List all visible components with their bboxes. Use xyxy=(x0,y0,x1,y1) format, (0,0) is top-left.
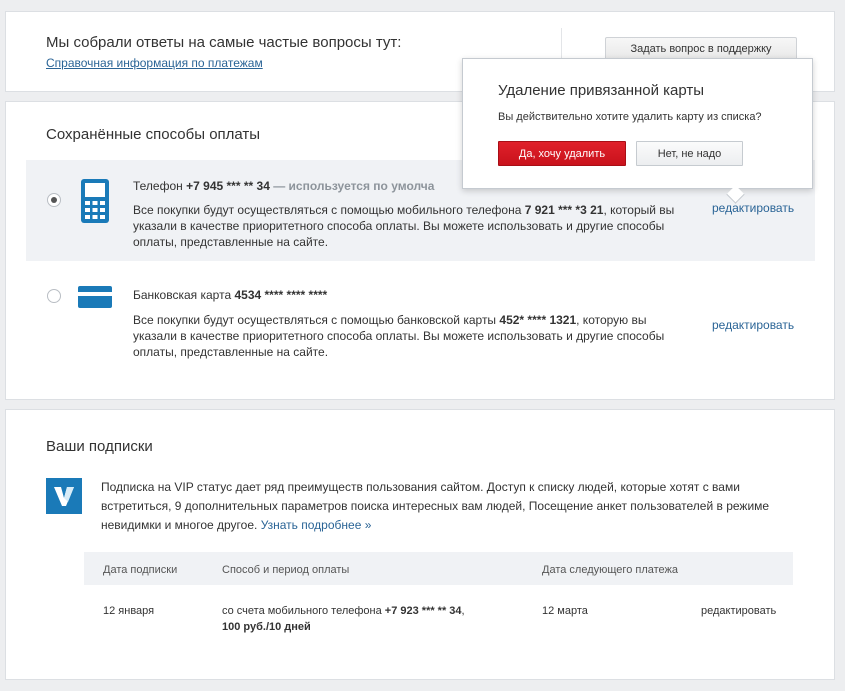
popup-message: Вы действительно хотите удалить карту из… xyxy=(498,111,762,123)
col-payment-method: Способ и период оплаты xyxy=(222,564,350,576)
learn-more-link[interactable]: Узнать подробнее » xyxy=(261,518,372,532)
cancel-delete-button[interactable]: Нет, не надо xyxy=(636,141,743,166)
col-subscription-date: Дата подписки xyxy=(103,564,178,576)
col-next-payment: Дата следующего платежа xyxy=(542,564,679,576)
subscriptions-panel: Ваши подписки Подписка на VIP статус дае… xyxy=(5,409,835,680)
radio-card[interactable] xyxy=(47,289,61,303)
edit-subscription-link[interactable]: редактировать xyxy=(701,603,776,619)
card-method-title: Банковская карта 4534 **** **** **** xyxy=(133,288,328,302)
vip-logo-icon xyxy=(46,478,82,514)
delete-card-popup: Удаление привязанной карты Вы действител… xyxy=(462,58,813,204)
card-number: 4534 **** **** **** xyxy=(234,288,328,302)
payment-help-link[interactable]: Справочная информация по платежам xyxy=(46,56,263,70)
phone-method-title: Телефон +7 945 *** ** 34 — используется … xyxy=(133,179,435,193)
bank-card-icon xyxy=(78,286,112,308)
mobile-phone-icon xyxy=(81,179,109,223)
subscription-date: 12 января xyxy=(103,605,155,617)
phone-number: +7 945 *** ** 34 xyxy=(186,179,270,193)
payment-period: 100 руб./10 дней xyxy=(222,621,311,633)
section-title: Сохранённые способы оплаты xyxy=(46,126,261,143)
edit-card-link[interactable]: редактировать xyxy=(712,318,794,332)
payment-method-cell: со счета мобильного телефона +7 923 *** … xyxy=(222,605,465,633)
vip-description: Подписка на VIP статус дает ряд преимуще… xyxy=(101,480,770,532)
faq-title: Мы собрали ответы на самые частые вопрос… xyxy=(46,34,402,51)
card-method-description: Все покупки будут осуществляться с помощ… xyxy=(133,313,665,359)
table-header: Дата подписки Способ и период оплаты Дат… xyxy=(84,552,793,585)
confirm-delete-button[interactable]: Да, хочу удалить xyxy=(498,141,626,166)
ask-support-button[interactable]: Задать вопрос в поддержку xyxy=(605,37,797,60)
radio-phone[interactable] xyxy=(47,193,61,207)
edit-phone-link[interactable]: редактировать xyxy=(712,201,794,215)
next-payment-date: 12 марта xyxy=(542,605,588,617)
popup-title: Удаление привязанной карты xyxy=(498,82,705,99)
payment-method-card[interactable]: Банковская карта 4534 **** **** **** Все… xyxy=(26,272,815,377)
default-status: — используется по умолча xyxy=(273,179,435,193)
phone-method-description: Все покупки будут осуществляться с помощ… xyxy=(133,203,675,249)
section-title: Ваши подписки xyxy=(46,438,153,455)
